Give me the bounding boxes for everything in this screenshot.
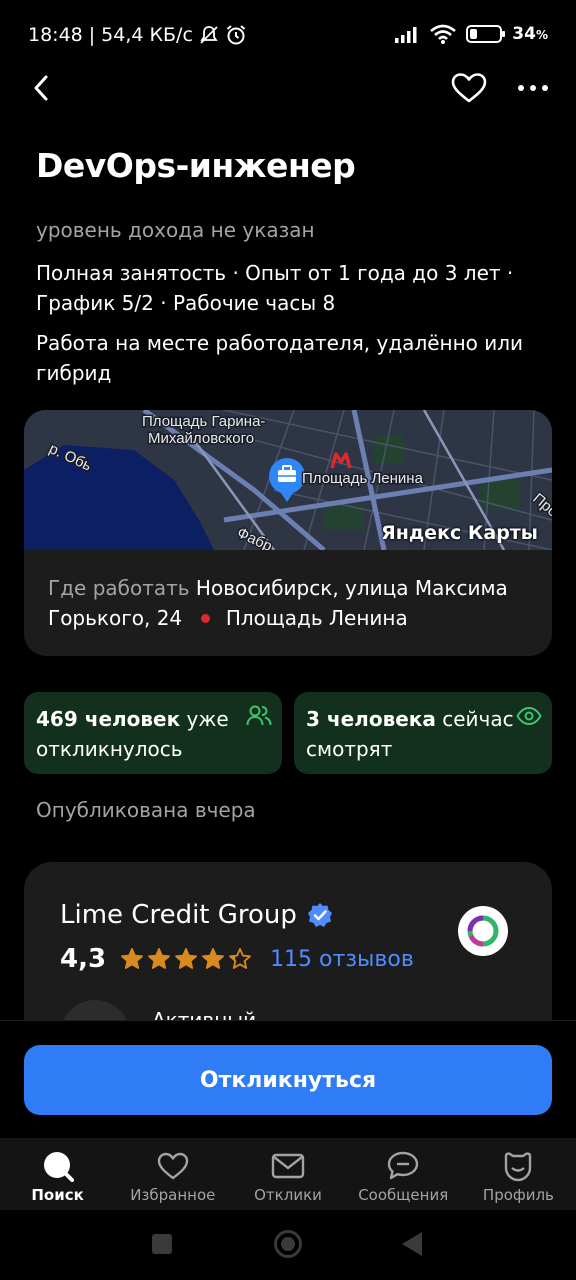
star-icon	[229, 948, 251, 969]
tab-favorites[interactable]: Избранное	[115, 1138, 230, 1210]
battery-percent: 34%	[512, 24, 548, 44]
viewing-now-card: 3 человека сейчас смотрят	[294, 692, 552, 774]
wifi-icon	[430, 24, 457, 44]
viewing-count: 3 человека	[306, 707, 436, 731]
tab-label: Отклики	[254, 1186, 322, 1204]
map-label-metro: Площадь Ленина	[302, 470, 424, 487]
mute-icon	[200, 26, 218, 44]
employment-conditions: Полная занятость · Опыт от 1 года до 3 л…	[36, 261, 514, 315]
tab-label: Избранное	[130, 1186, 216, 1204]
eye-icon	[516, 706, 542, 726]
heart-icon	[157, 1152, 188, 1180]
metro-dot-icon	[200, 614, 210, 623]
signal-icon	[395, 27, 417, 43]
verified-badge-icon	[307, 903, 332, 927]
search-icon	[43, 1152, 74, 1182]
reviews-link[interactable]: 115 отзывов	[270, 947, 414, 972]
tab-label: Поиск	[31, 1186, 84, 1204]
map-preview[interactable]: Площадь Гарина- Михайловского Площадь Ле…	[24, 410, 552, 550]
chat-icon	[388, 1151, 419, 1180]
more-button[interactable]	[516, 76, 550, 100]
people-icon	[246, 705, 272, 726]
battery-icon	[466, 25, 506, 43]
tab-profile[interactable]: Профиль	[461, 1138, 576, 1210]
back-icon	[34, 75, 48, 101]
home-button[interactable]	[274, 1230, 302, 1258]
tab-label: Профиль	[482, 1186, 554, 1204]
more-icon	[518, 85, 548, 91]
salary-text: уровень дохода не указан	[36, 218, 315, 242]
mail-icon	[271, 1153, 305, 1179]
recents-button[interactable]	[152, 1234, 172, 1254]
published-date: Опубликована вчера	[36, 798, 256, 822]
favorite-button[interactable]	[450, 72, 488, 104]
company-name: Lime Credit Group	[60, 900, 297, 930]
star-icon	[202, 948, 224, 969]
battery-level	[470, 29, 478, 39]
yandex-maps-logo: Яндекс Карты	[381, 522, 538, 544]
back-button[interactable]	[28, 72, 58, 104]
responded-count: 469 человек	[36, 707, 181, 731]
system-back-button[interactable]	[402, 1232, 422, 1256]
status-bar: 18:48 | 54,4 КБ/с 34%	[0, 0, 576, 72]
work-address: Где работать Новосибирск, улица Максима …	[48, 573, 538, 633]
status-right: 34%	[394, 24, 548, 44]
workplace-format: Работа на месте работодателя, удалённо и…	[36, 331, 524, 385]
tab-messages[interactable]: Сообщения	[346, 1138, 461, 1210]
map-label-area-1: Площадь Гарина-	[142, 413, 265, 430]
status-left: 18:48 | 54,4 КБ/с	[28, 24, 247, 46]
heart-icon	[451, 73, 487, 103]
bottom-tabbar: Поиск Избранное Отклики Сообщения Профил…	[0, 1138, 576, 1210]
system-navigation-bar	[0, 1210, 576, 1280]
tab-label: Сообщения	[358, 1186, 449, 1204]
status-time: 18:48	[28, 24, 83, 46]
company-name-row[interactable]: Lime Credit Group	[60, 900, 333, 930]
address-label: Где работать	[48, 576, 190, 600]
alarm-icon	[226, 25, 246, 45]
top-navigation	[0, 66, 576, 110]
metro-station: Площадь Ленина	[225, 606, 408, 630]
star-icon	[175, 948, 197, 969]
star-icon	[121, 948, 143, 969]
rating-value: 4,3	[60, 944, 107, 974]
star-icon	[148, 948, 170, 969]
map-label-area-2: Михайловского	[148, 430, 254, 447]
company-logo	[458, 906, 508, 956]
apply-button[interactable]: Откликнуться	[24, 1045, 552, 1115]
responded-count-card: 469 человек уже откликнулось	[24, 692, 282, 774]
profile-icon	[505, 1152, 532, 1182]
rating-stars	[120, 947, 252, 971]
map-card[interactable]: Площадь Гарина- Михайловского Площадь Ле…	[24, 410, 552, 656]
vacancy-title: DevOps-инженер	[36, 146, 356, 185]
tab-responses[interactable]: Отклики	[230, 1138, 345, 1210]
network-speed: 54,4 КБ/с	[101, 24, 193, 46]
company-rating-row: 4,3 115 отзывов	[60, 944, 414, 974]
tab-search[interactable]: Поиск	[0, 1138, 115, 1210]
